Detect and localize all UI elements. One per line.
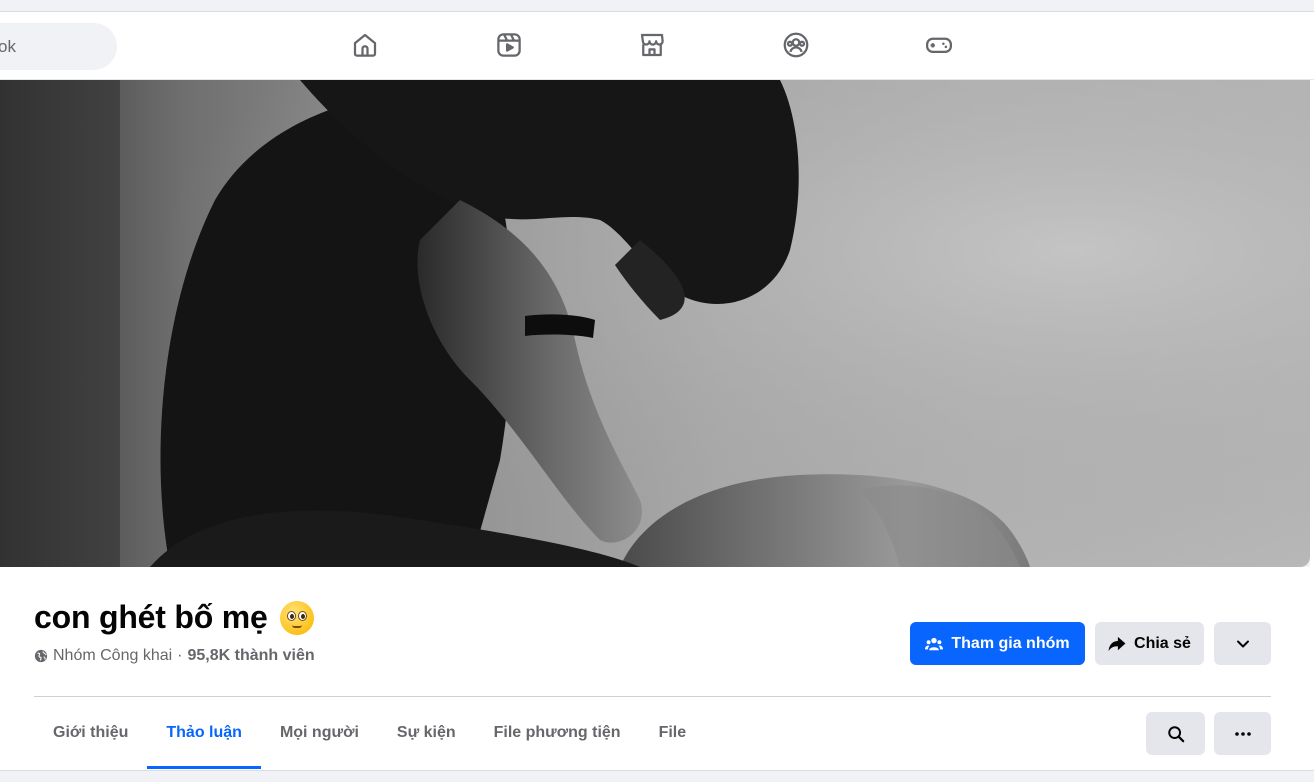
pleading-face-emoji-icon [279,600,314,635]
search-placeholder: ok [0,37,16,56]
home-icon[interactable] [349,29,381,61]
cover-photo [0,80,1310,567]
member-count[interactable]: 95,8K thành viên [188,647,315,665]
ellipsis-icon [1234,731,1251,736]
chevron-down-icon [1236,640,1249,647]
tab-thao-luan[interactable]: Thảo luận [147,697,261,769]
cover-right-gap [1310,80,1314,567]
search-input[interactable]: ok [0,23,117,70]
join-group-button[interactable]: Tham gia nhóm [910,622,1085,665]
reels-icon[interactable] [493,29,525,61]
groups-icon[interactable] [780,29,812,61]
tab-gioi-thieu[interactable]: Giới thiệu [34,697,147,769]
top-strip [0,0,1314,12]
join-group-label: Tham gia nhóm [951,634,1070,652]
more-options-dropdown-button[interactable] [1214,622,1271,665]
tab-su-kien[interactable]: Sự kiện [378,697,475,769]
group-header: con ghét bố mẹ Nhóm Công khai · 95,8K th… [0,567,1314,770]
group-tabs: Giới thiệu Thảo luận Mọi người Sự kiện F… [34,697,705,769]
marketplace-icon[interactable] [636,29,668,61]
group-title: con ghét bố mẹ [34,599,314,636]
gaming-icon[interactable] [923,29,955,61]
globe-icon [34,649,48,663]
tab-file-phuong-tien[interactable]: File phương tiện [475,697,640,769]
feed-background [0,770,1314,782]
group-name: con ghét bố mẹ [34,599,268,635]
group-meta: Nhóm Công khai · 95,8K thành viên [34,647,315,665]
share-button[interactable]: Chia sẻ [1095,622,1204,665]
top-navbar: ok [0,12,1314,80]
people-icon [925,637,944,650]
share-arrow-icon [1108,636,1126,651]
search-group-button[interactable] [1146,712,1205,755]
tab-moi-nguoi[interactable]: Mọi người [261,697,378,769]
privacy-label[interactable]: Nhóm Công khai [53,647,172,665]
search-icon [1167,725,1184,742]
meta-separator: · [177,647,183,664]
more-actions-button[interactable] [1214,712,1271,755]
share-label: Chia sẻ [1134,634,1191,652]
tab-file[interactable]: File [640,697,706,769]
